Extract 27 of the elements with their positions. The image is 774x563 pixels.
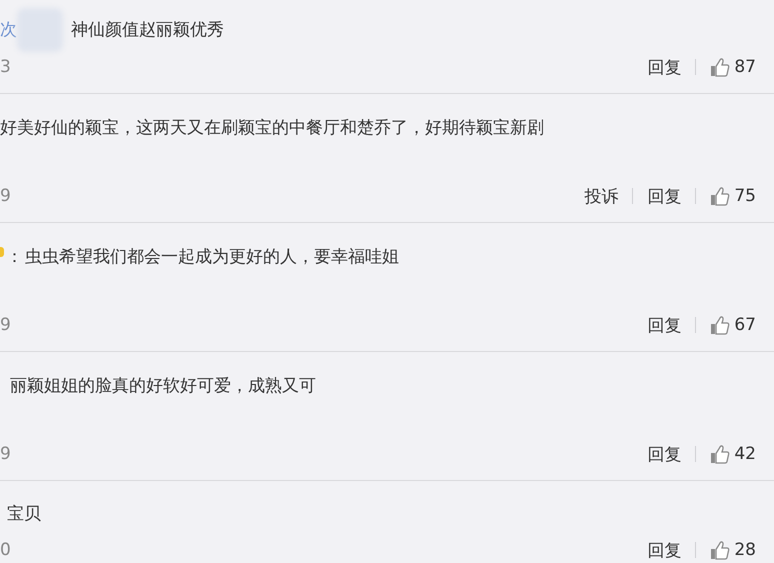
thumbs-up-icon[interactable] xyxy=(710,57,730,77)
thumbs-up-icon[interactable] xyxy=(710,315,730,335)
like-count: 67 xyxy=(734,315,756,335)
action-link[interactable]: 回复 xyxy=(647,184,682,208)
timestamp: 0 xyxy=(0,540,11,560)
action-link[interactable]: 回复 xyxy=(647,442,682,466)
timestamp: 9 xyxy=(0,315,11,335)
thumbs-up-icon[interactable] xyxy=(710,186,730,206)
timestamp: 9 xyxy=(0,444,11,464)
timestamp: 3 xyxy=(0,57,11,77)
like-count: 87 xyxy=(734,57,756,77)
timestamp: 9 xyxy=(0,186,11,206)
action-link[interactable]: 回复 xyxy=(647,56,682,78)
like-count: 28 xyxy=(734,540,756,560)
thumbs-up-icon[interactable] xyxy=(710,444,730,464)
comment-text: 好美好仙的颖宝，这两天又在刷颖宝的中餐厅和楚乔了，好期待颖宝新剧 xyxy=(0,117,544,140)
comment-text: 虫虫希望我们都会一起成为更好的人，要幸福哇姐 xyxy=(25,246,399,269)
comment-text: 宝贝 xyxy=(7,503,41,526)
action-link[interactable]: 回复 xyxy=(647,314,682,336)
thumbs-up-icon[interactable] xyxy=(710,540,730,560)
action-link[interactable]: 投诉 xyxy=(584,184,618,208)
colon-mark: ： xyxy=(6,246,23,269)
like-count: 42 xyxy=(734,444,756,464)
comment-text: 神仙颜值赵丽颖优秀 xyxy=(71,19,224,42)
comment-text: 丽颖姐姐的脸真的好软好可爱，成熟又可 xyxy=(10,375,316,398)
action-link[interactable]: 回复 xyxy=(647,538,682,562)
like-count: 75 xyxy=(734,186,756,206)
